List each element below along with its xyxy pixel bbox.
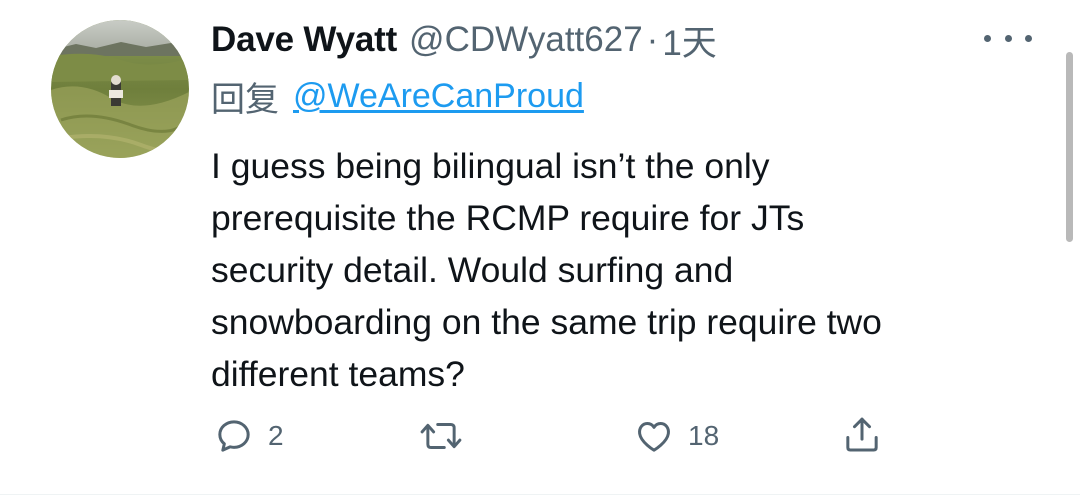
tweet-text-line: snowboarding on the same trip require tw… — [211, 302, 882, 342]
retweet-icon — [420, 423, 462, 449]
reply-bubble-icon — [218, 420, 250, 452]
tweet-text-line: I guess being bilingual isn’t the only — [211, 146, 770, 186]
reply-label: 回复 — [211, 81, 279, 119]
tweet-text-line: prerequisite the RCMP require for JTs — [211, 198, 805, 238]
more-dots-icon[interactable] — [984, 26, 1032, 50]
tweet-header: Dave Wyatt @CDWyatt627 · 1天 — [211, 14, 717, 66]
heart-icon — [638, 422, 670, 452]
like-button[interactable]: 18 — [634, 416, 719, 456]
author-name[interactable]: Dave Wyatt — [211, 20, 397, 60]
scrollbar[interactable] — [1066, 52, 1073, 242]
share-button[interactable] — [842, 414, 882, 456]
reply-count: 2 — [268, 420, 284, 451]
divider — [0, 494, 1080, 495]
like-count: 18 — [688, 420, 720, 451]
author-handle[interactable]: @CDWyatt627 — [409, 20, 643, 60]
retweet-button[interactable] — [418, 416, 478, 456]
tweet[interactable]: Dave Wyatt @CDWyatt627 · 1天 回复 @WeAreCan… — [0, 0, 1080, 499]
avatar[interactable] — [51, 20, 189, 158]
tweet-text: I guess being bilingual isn’t the only p… — [211, 140, 1031, 400]
share-icon — [846, 417, 878, 452]
reply-to-link[interactable]: @WeAreCanProud — [293, 77, 584, 116]
timestamp[interactable]: 1天 — [662, 15, 716, 66]
separator-dot: · — [646, 20, 659, 59]
reply-button[interactable]: 2 — [214, 416, 284, 456]
tweet-text-line: security detail. Would surfing and — [211, 250, 734, 290]
reply-context: 回复 @WeAreCanProud — [211, 72, 584, 121]
tweet-text-line: different teams? — [211, 354, 465, 394]
action-bar: 2 18 — [0, 410, 1080, 466]
